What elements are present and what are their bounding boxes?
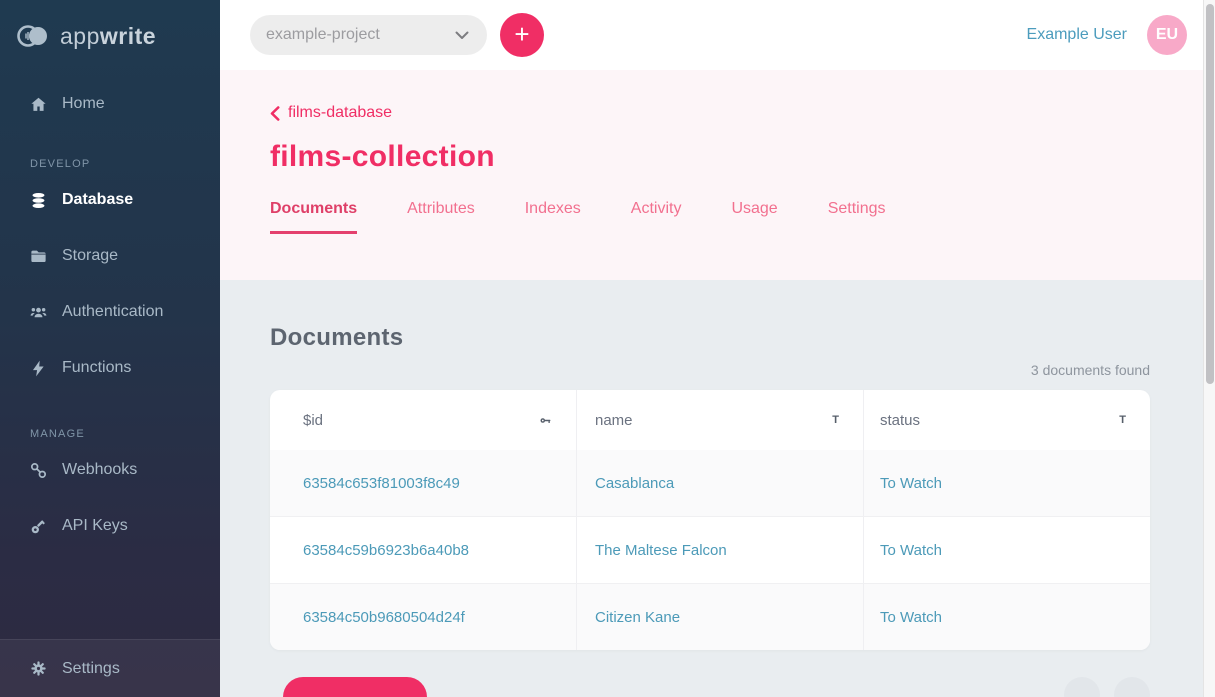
- column-header-id[interactable]: $id: [270, 390, 577, 450]
- section-heading: Documents: [270, 324, 1150, 352]
- appwrite-logo[interactable]: appwrite: [0, 0, 220, 72]
- sidebar-item-api-keys[interactable]: API Keys: [0, 498, 220, 554]
- collection-header: films-database films-collection Document…: [220, 70, 1215, 280]
- sidebar-item-functions[interactable]: Functions: [0, 340, 220, 396]
- scrollbar-thumb[interactable]: [1206, 4, 1214, 384]
- link-icon: [29, 461, 48, 480]
- sidebar: appwrite Home DEVELOP Database Storage: [0, 0, 220, 697]
- pagination-next-button[interactable]: [1114, 677, 1150, 697]
- column-label: status: [880, 412, 920, 429]
- document-id-link[interactable]: 63584c50b9680504d24f: [303, 609, 465, 626]
- text-type-icon: T: [832, 414, 839, 426]
- pagination-prev-button[interactable]: [1064, 677, 1100, 697]
- document-id-link[interactable]: 63584c653f81003f8c49: [303, 475, 460, 492]
- user-name-link[interactable]: Example User: [1027, 26, 1127, 44]
- chevron-down-icon: [455, 31, 469, 40]
- table-row[interactable]: 63584c59b6923b6a40b8 The Maltese Falcon …: [270, 516, 1150, 583]
- text-type-icon: T: [1119, 414, 1126, 426]
- sidebar-item-label: Authentication: [62, 303, 163, 321]
- home-icon: [29, 95, 48, 114]
- documents-count: 3 documents found: [1031, 362, 1150, 378]
- sidebar-item-label: Functions: [62, 359, 131, 377]
- appwrite-console: appwrite Home DEVELOP Database Storage: [0, 0, 1215, 697]
- key-icon: [29, 517, 48, 536]
- documents-section: Documents 3 documents found $id: [220, 280, 1215, 697]
- table-footer: [270, 677, 1150, 697]
- folder-icon: [29, 247, 48, 266]
- add-document-button[interactable]: [283, 677, 427, 697]
- avatar-initials: EU: [1156, 26, 1178, 44]
- page-title: films-collection: [270, 140, 1215, 174]
- project-selector[interactable]: example-project: [250, 15, 487, 55]
- tab-attributes[interactable]: Attributes: [407, 200, 475, 234]
- plus-icon: +: [514, 21, 529, 47]
- table-header-row: $id name T status: [270, 390, 1150, 450]
- table-row[interactable]: 63584c50b9680504d24f Citizen Kane To Wat…: [270, 583, 1150, 650]
- users-icon: [29, 303, 48, 322]
- appwrite-logo-icon: [16, 23, 52, 49]
- gear-icon: [29, 659, 48, 678]
- sidebar-item-authentication[interactable]: Authentication: [0, 284, 220, 340]
- sidebar-section-manage: MANAGE: [30, 428, 220, 440]
- chevron-left-icon: [270, 106, 280, 121]
- lightning-icon: [29, 359, 48, 378]
- document-status[interactable]: To Watch: [880, 475, 942, 492]
- column-header-name[interactable]: name T: [577, 390, 864, 450]
- column-header-status[interactable]: status T: [864, 390, 1150, 450]
- sidebar-settings-strip: Settings: [0, 639, 220, 697]
- sidebar-item-label: Settings: [62, 660, 120, 678]
- main-area: example-project + Example User EU films-…: [220, 0, 1215, 697]
- document-id-link[interactable]: 63584c59b6923b6a40b8: [303, 542, 469, 559]
- breadcrumb[interactable]: films-database: [270, 104, 392, 122]
- sidebar-item-settings[interactable]: Settings: [0, 640, 120, 697]
- tab-settings[interactable]: Settings: [828, 200, 886, 234]
- documents-table: $id name T status: [270, 390, 1150, 650]
- document-name[interactable]: The Maltese Falcon: [595, 542, 727, 559]
- sidebar-item-label: Database: [62, 191, 133, 209]
- topbar: example-project + Example User EU: [220, 0, 1215, 70]
- logo-text: appwrite: [60, 23, 156, 50]
- sidebar-item-label: Home: [62, 95, 105, 113]
- sidebar-item-storage[interactable]: Storage: [0, 228, 220, 284]
- table-row[interactable]: 63584c653f81003f8c49 Casablanca To Watch: [270, 450, 1150, 516]
- sidebar-item-label: Storage: [62, 247, 118, 265]
- column-label: $id: [303, 412, 323, 429]
- create-new-button[interactable]: +: [500, 13, 544, 57]
- topbar-user-area: Example User EU: [1027, 15, 1187, 55]
- sidebar-item-home[interactable]: Home: [0, 76, 220, 132]
- pagination: [1064, 677, 1150, 697]
- database-icon: [29, 191, 48, 210]
- avatar[interactable]: EU: [1147, 15, 1187, 55]
- project-selector-value: example-project: [266, 26, 380, 44]
- column-label: name: [595, 412, 633, 429]
- tab-documents[interactable]: Documents: [270, 200, 357, 234]
- sidebar-section-develop: DEVELOP: [30, 158, 220, 170]
- scrollbar-track[interactable]: [1203, 0, 1215, 697]
- tab-activity[interactable]: Activity: [631, 200, 682, 234]
- sidebar-item-database[interactable]: Database: [0, 172, 220, 228]
- document-name[interactable]: Citizen Kane: [595, 609, 680, 626]
- sidebar-item-label: Webhooks: [62, 461, 137, 479]
- sidebar-item-label: API Keys: [62, 517, 128, 535]
- tab-usage[interactable]: Usage: [731, 200, 777, 234]
- sidebar-item-webhooks[interactable]: Webhooks: [0, 442, 220, 498]
- key-icon: [539, 414, 552, 427]
- document-status[interactable]: To Watch: [880, 542, 942, 559]
- tab-indexes[interactable]: Indexes: [525, 200, 581, 234]
- document-status[interactable]: To Watch: [880, 609, 942, 626]
- table-body: 63584c653f81003f8c49 Casablanca To Watch…: [270, 450, 1150, 650]
- tab-bar: Documents Attributes Indexes Activity Us…: [270, 200, 1215, 234]
- document-name[interactable]: Casablanca: [595, 475, 674, 492]
- breadcrumb-label: films-database: [288, 104, 392, 122]
